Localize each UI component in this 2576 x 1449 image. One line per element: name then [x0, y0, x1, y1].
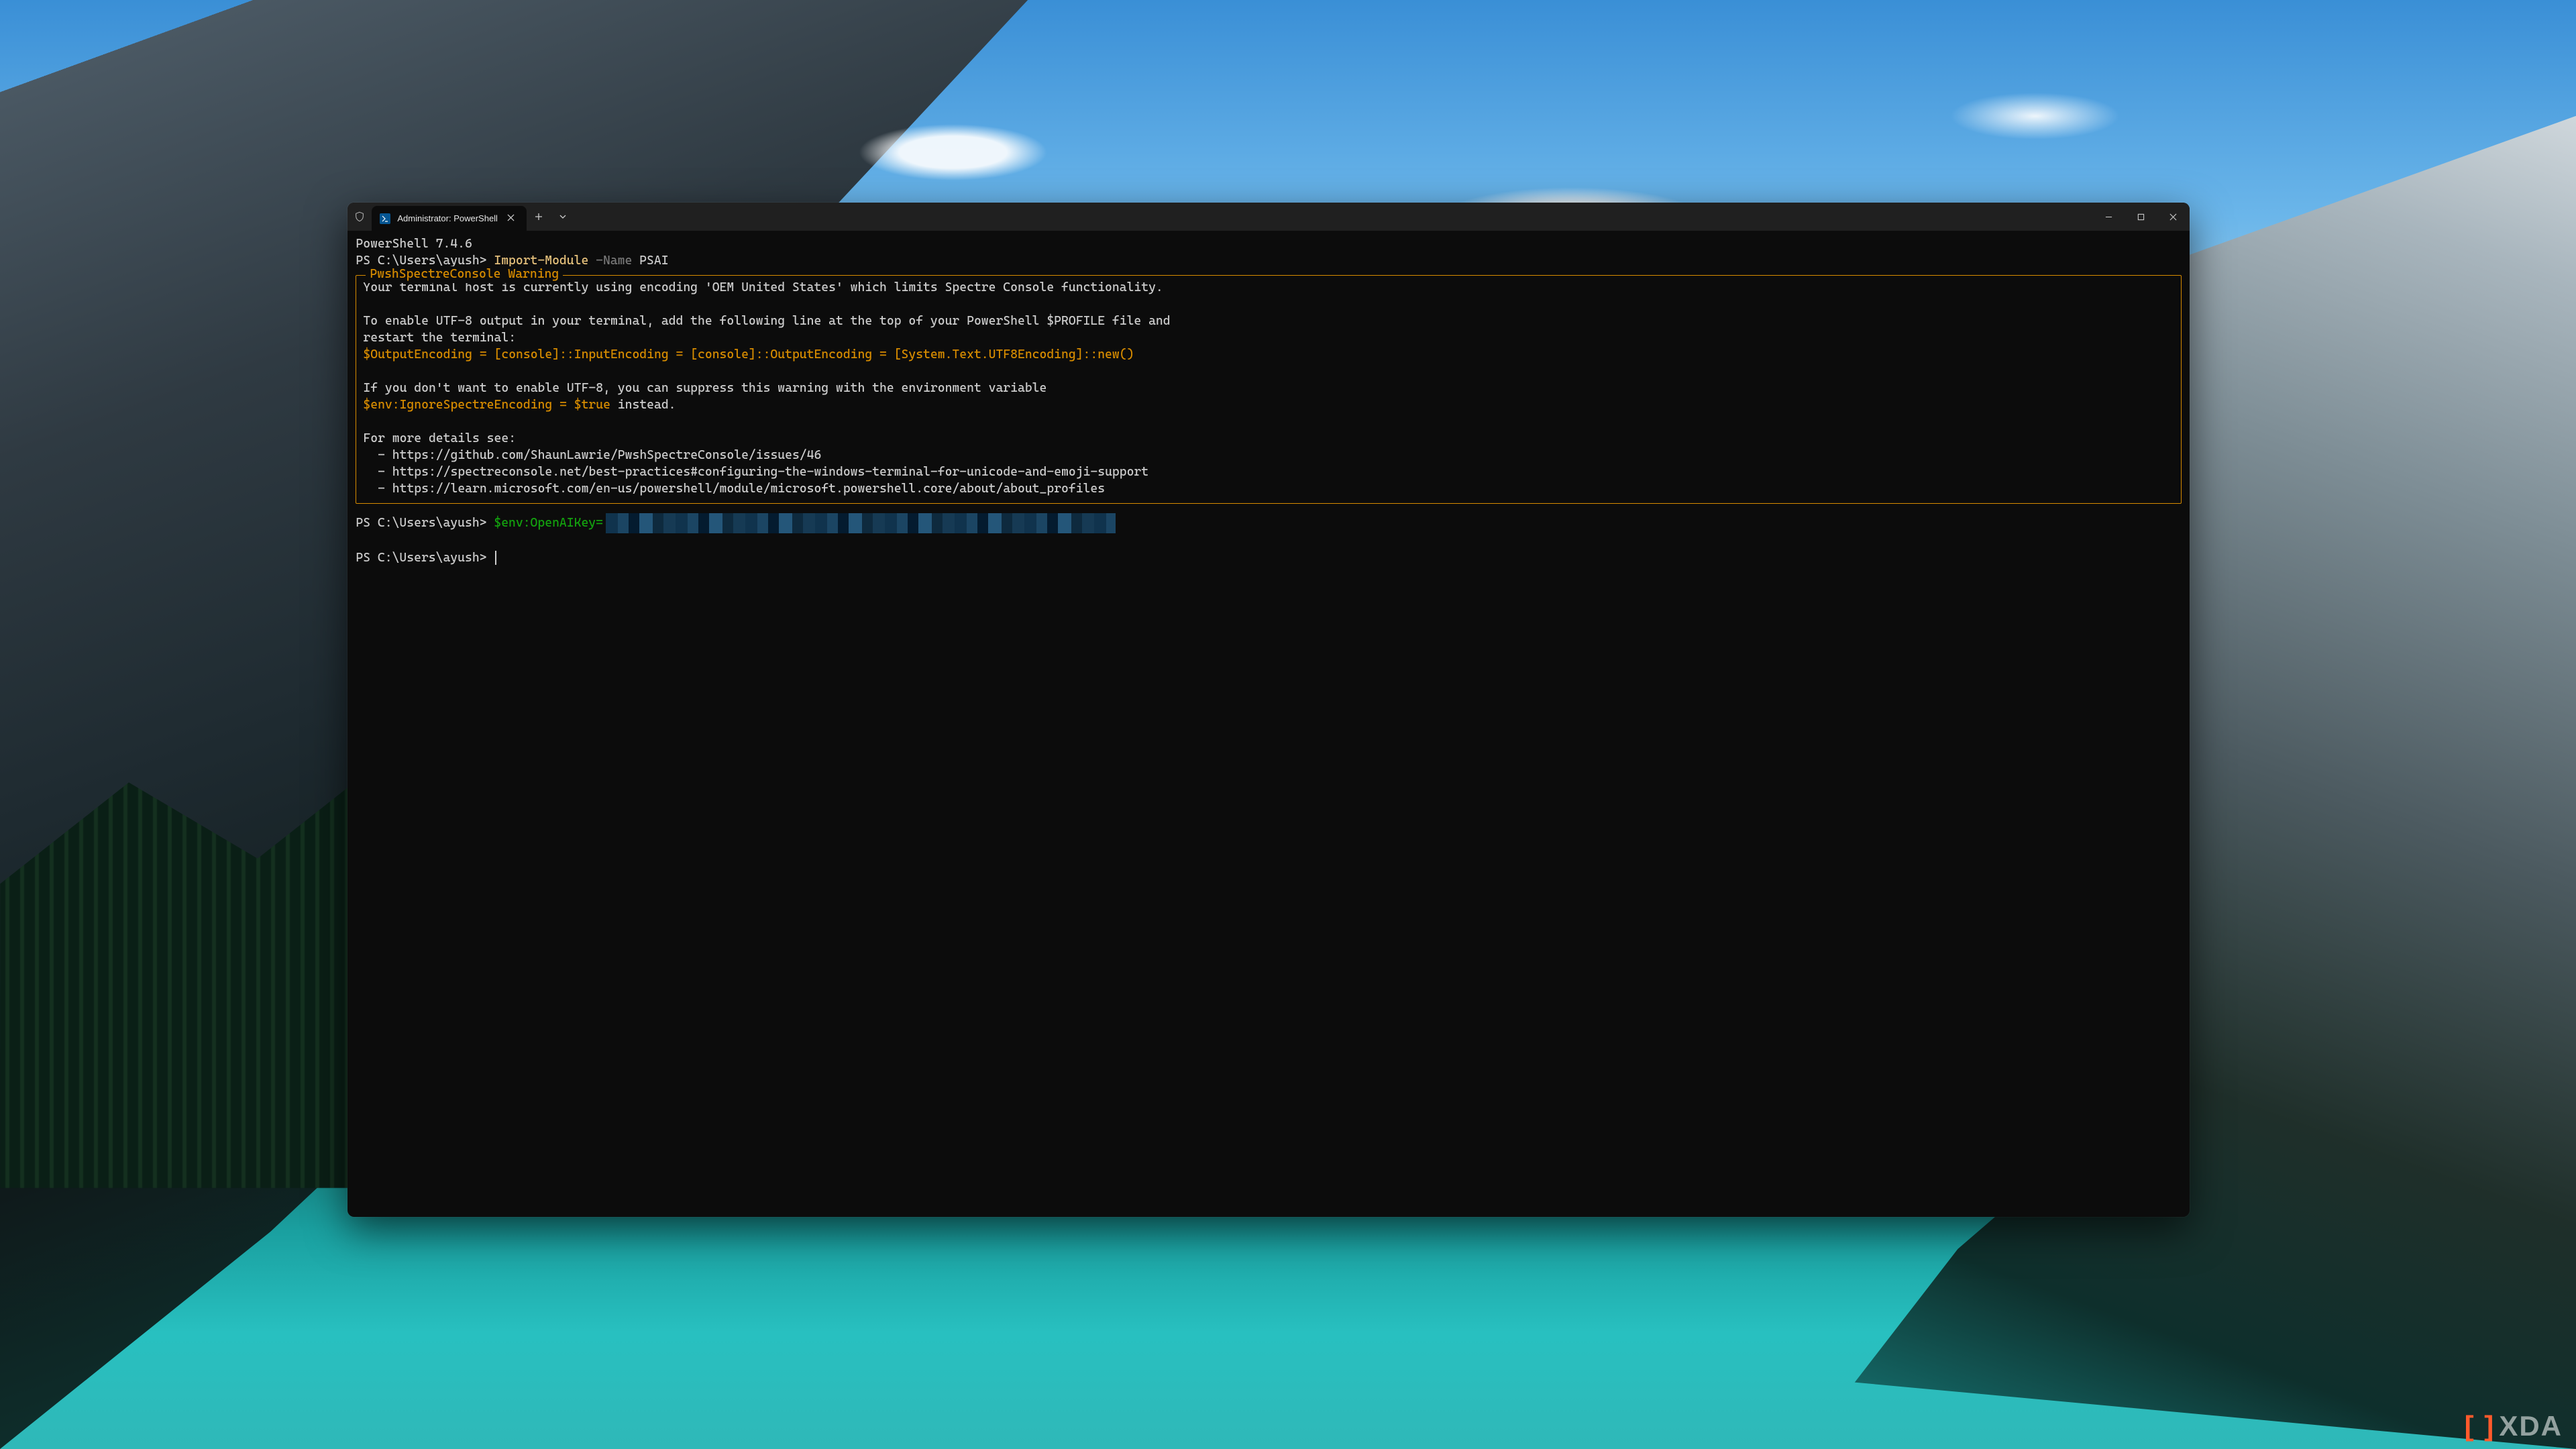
- close-button[interactable]: [2157, 203, 2190, 231]
- redacted-api-key: [606, 513, 1116, 533]
- tab-close-button[interactable]: [504, 213, 517, 224]
- flag-name: -Name: [596, 254, 632, 268]
- arg-psai: PSAI: [639, 254, 668, 268]
- xda-watermark: [ ]XDA: [2465, 1410, 2563, 1442]
- bullet: -: [363, 465, 392, 479]
- warning-title: PwshSpectreConsole Warning: [366, 266, 563, 283]
- warn-link-1: https://github.com/ShaunLawrie/PwshSpect…: [392, 448, 822, 462]
- minimize-button[interactable]: [2093, 203, 2125, 231]
- warn-line-2a: To enable UTF-8 output in your terminal,…: [363, 314, 1170, 328]
- cmd-import-module: Import-Module: [494, 254, 588, 268]
- new-tab-button[interactable]: [527, 203, 551, 231]
- tab-title: Administrator: PowerShell: [397, 213, 498, 223]
- prompt-1: PS C:\Users\ayush>: [356, 254, 486, 268]
- spectre-warning-box: PwshSpectreConsole WarningYour terminal …: [356, 275, 2182, 504]
- powershell-icon: [380, 213, 390, 224]
- ps-banner: PowerShell 7.4.6: [356, 237, 472, 251]
- titlebar-drag-area[interactable]: [575, 203, 2093, 231]
- bullet: -: [363, 448, 392, 462]
- prompt-2: PS C:\Users\ayush>: [356, 516, 486, 530]
- prompt-3: PS C:\Users\ayush>: [356, 551, 486, 565]
- warn-line-3b: instead.: [610, 398, 676, 412]
- terminal-body[interactable]: PowerShell 7.4.6 PS C:\Users\ayush> Impo…: [347, 231, 2190, 1217]
- tab-powershell[interactable]: Administrator: PowerShell: [372, 206, 527, 231]
- warn-line-4: For more details see:: [363, 431, 516, 445]
- cursor: [495, 551, 496, 565]
- tab-dropdown-button[interactable]: [551, 203, 575, 231]
- maximize-button[interactable]: [2125, 203, 2157, 231]
- warn-code-encoding: $OutputEncoding = [console]::InputEncodi…: [363, 347, 1134, 362]
- uac-shield-icon: [347, 203, 372, 231]
- warn-link-2: https://spectreconsole.net/best-practice…: [392, 465, 1148, 479]
- warn-code-env: $env:IgnoreSpectreEncoding = $true: [363, 398, 610, 412]
- terminal-window: Administrator: PowerShell PowerShell 7.4…: [347, 203, 2190, 1217]
- warn-line-3a: If you don't want to enable UTF-8, you c…: [363, 381, 1046, 395]
- cmd-env-openai: $env:OpenAIKey=: [494, 516, 603, 530]
- warn-line-2b: restart the terminal:: [363, 331, 516, 345]
- warn-link-3: https://learn.microsoft.com/en-us/powers…: [392, 482, 1105, 496]
- bullet: -: [363, 482, 392, 496]
- titlebar[interactable]: Administrator: PowerShell: [347, 203, 2190, 231]
